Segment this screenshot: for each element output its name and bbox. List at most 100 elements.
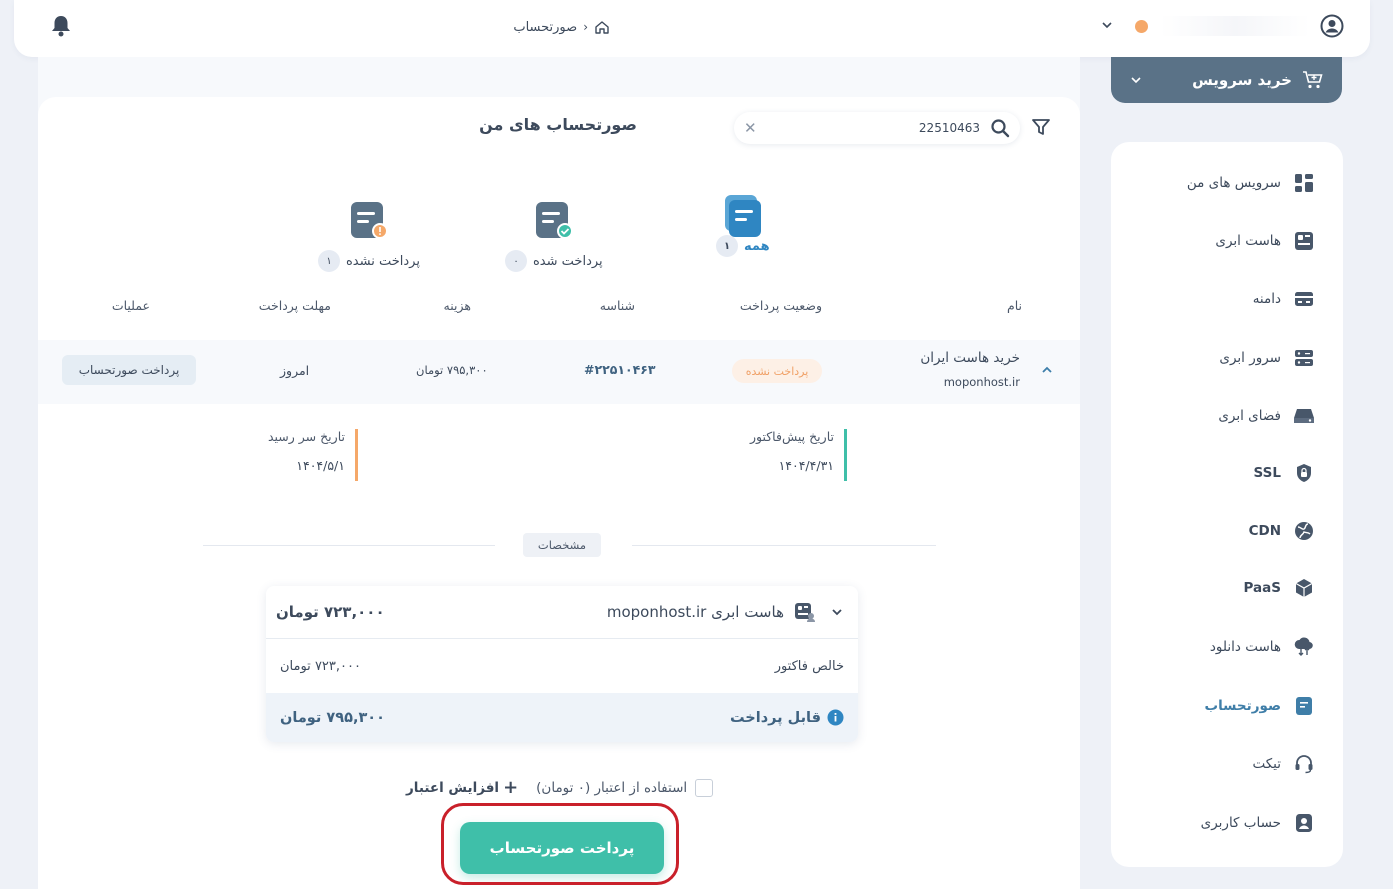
sidebar-item-ticket[interactable]: تیکت [1252,749,1315,779]
sidebar-item-domain[interactable]: دامنه [1253,284,1315,314]
sidebar-item-invoices[interactable]: صورتحساب [1205,691,1315,721]
chevron-up-icon[interactable] [1040,363,1054,377]
page-title: صورتحساب های من [479,115,637,134]
divider [632,545,936,546]
tab-unpaid-count: ۱ [318,250,340,272]
row-cost: ۷۹۵,۳۰۰ تومان [416,363,488,377]
breadcrumb: ‹ صورتحساب [470,16,610,38]
sidebar-item-label: PaaS [1243,580,1281,596]
filter-icon[interactable] [1031,117,1051,137]
sidebar-item-cloud-storage[interactable]: فضای ابری [1218,401,1315,431]
invoice-paid-icon [532,200,576,242]
sidebar-item-label: حساب کاربری [1200,815,1281,831]
net-row: خالص فاکتور ۷۲۳,۰۰۰ تومان [266,639,858,693]
sidebar-item-cloud-server[interactable]: سرور ابری [1219,343,1315,373]
tab-unpaid-label: پرداخت نشده [346,253,420,269]
sidebar-item-paas[interactable]: PaaS [1244,573,1315,603]
status-dot [1135,20,1148,33]
invoices-stack-icon [719,193,767,241]
search-input[interactable]: 22510463 [757,121,990,135]
proforma-date-label: تاریخ پیش‌فاکتور [749,429,834,444]
net-label: خالص فاکتور [774,658,844,674]
column-cost: هزینه [443,298,471,313]
sidebar-item-label: هاست ابری [1215,233,1281,249]
grid-icon [1293,172,1315,194]
cart-icon [1302,70,1324,90]
column-actions: عملیات [111,298,150,313]
status-badge: پرداخت نشده [732,359,822,383]
tab-paid-label: پرداخت شده [533,253,603,269]
column-deadline: مهلت پرداخت [258,298,331,313]
sidebar-item-label: صورتحساب [1204,698,1281,714]
increase-credit-link[interactable]: + افزایش اعتبار [406,777,518,798]
invoices-panel: صورتحساب های من 22510463 ✕ همه ۱ پرداخت … [38,97,1080,889]
payable-row: قابل پرداخت ۷۹۵,۳۰۰ تومان [266,693,858,742]
sidebar-item-account[interactable]: حساب کاربری [1201,808,1315,838]
breadcrumb-current: صورتحساب [513,19,578,35]
server-icon [1293,347,1315,369]
buy-service-label: خرید سرویس [1192,71,1292,89]
due-date: تاریخ سر رسید ۱۴۰۴/۵/۱ [255,429,358,481]
invoice-item-card: هاست ابری moponhost.ir ۷۲۳,۰۰۰ تومان خال… [266,586,858,742]
tab-all[interactable]: همه ۱ [716,193,770,257]
sidebar-item-ssl[interactable]: SSL [1254,458,1315,488]
search-icon[interactable] [990,118,1010,138]
invoice-icon [1293,695,1315,717]
sidebar-item-download-host[interactable]: هاست دانلود [1210,632,1315,662]
proforma-date: تاریخ پیش‌فاکتور ۱۴۰۴/۴/۳۱ [733,429,847,481]
user-avatar-icon[interactable] [1320,14,1344,38]
bell-icon[interactable] [50,14,72,38]
user-name-placeholder [1160,16,1310,36]
chevron-down-icon[interactable] [1100,18,1114,32]
invoice-item-title: هاست ابری moponhost.ir [606,603,784,621]
plus-icon: + [503,777,519,798]
cloud-host-icon [1293,230,1315,252]
column-name: نام [1006,298,1022,313]
pay-invoice-small-button[interactable]: پرداخت صورتحساب [62,355,196,385]
sidebar-item-cloud-host[interactable]: هاست ابری [1215,226,1315,256]
globe-icon [1293,520,1315,542]
sidebar-item-label: CDN [1248,523,1281,539]
chevron-down-icon[interactable] [830,605,844,619]
invoice-unpaid-icon [347,200,391,242]
credit-row: استفاده از اعتبار (۰ تومان) + افزایش اعت… [406,777,714,798]
sidebar-item-label: هاست دانلود [1209,639,1281,655]
home-icon[interactable] [594,19,610,35]
due-date-label: تاریخ سر رسید [267,429,345,444]
tab-paid-count: ۰ [505,250,527,272]
storage-icon [1293,405,1315,427]
tab-unpaid[interactable]: پرداخت نشده ۱ [318,200,420,272]
shield-lock-icon [1293,462,1315,484]
chevron-left-icon: ‹ [583,20,588,34]
sidebar-item-label: SSL [1253,465,1281,481]
payable-label: قابل پرداخت [729,709,821,726]
sidebar: سرویس های من هاست ابری دامنه سرور ابری ف… [1111,142,1343,867]
chevron-down-icon [1129,73,1143,87]
buy-service-button[interactable]: خرید سرویس [1111,57,1342,103]
proforma-date-value: ۱۴۰۴/۴/۳۱ [778,458,834,473]
sidebar-item-label: دامنه [1252,291,1281,307]
sidebar-item-label: سرویس های من [1186,175,1281,191]
use-credit-label: استفاده از اعتبار (۰ تومان) [536,779,688,796]
use-credit-checkbox[interactable] [695,778,714,797]
cloud-host-user-icon [794,602,816,622]
search-box[interactable]: 22510463 ✕ [734,112,1020,144]
sidebar-item-cdn[interactable]: CDN [1249,516,1315,546]
tab-paid[interactable]: پرداخت شده ۰ [505,200,603,272]
sidebar-item-label: تیکت [1252,756,1281,772]
invoice-item-header[interactable]: هاست ابری moponhost.ir ۷۲۳,۰۰۰ تومان [266,586,858,639]
tab-all-count: ۱ [716,235,738,257]
headset-icon [1293,753,1315,775]
due-date-value: ۱۴۰۴/۵/۱ [296,458,345,473]
column-id: شناسه [599,298,635,313]
info-icon[interactable] [827,709,844,726]
sidebar-item-label: فضای ابری [1218,408,1281,424]
row-id: #۲۲۵۱۰۴۶۳ [584,362,656,377]
sidebar-item-my-services[interactable]: سرویس های من [1187,168,1315,198]
clear-icon[interactable]: ✕ [744,119,757,137]
divider [203,545,495,546]
row-domain: moponhost.ir [943,375,1020,389]
highlight-frame [441,803,679,885]
increase-credit-label: افزایش اعتبار [406,779,500,796]
row-name: خرید هاست ایران [920,350,1020,366]
